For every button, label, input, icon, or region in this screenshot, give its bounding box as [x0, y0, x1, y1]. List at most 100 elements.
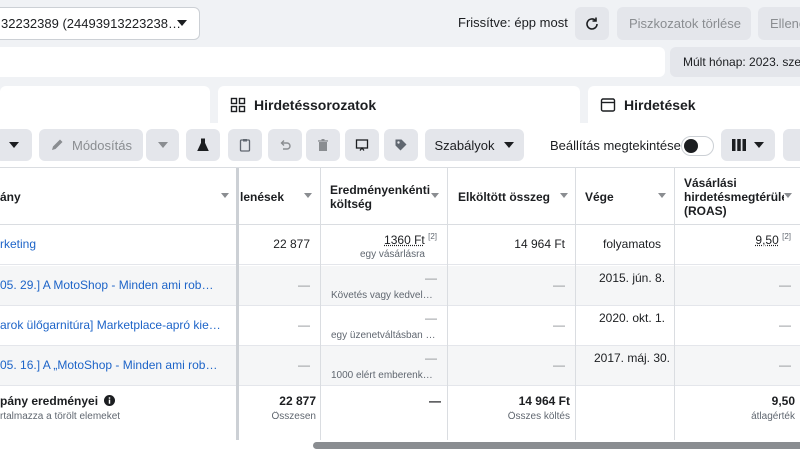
ends-value: folyamatos — [602, 237, 662, 251]
cost-value: — — [425, 351, 437, 365]
table-row[interactable]: arok ülőgarnitúra] Marketplace-apró kie…… — [0, 306, 800, 346]
column-header-name[interactable]: ány — [0, 168, 237, 225]
footnote-marker: [2] — [782, 232, 791, 241]
delete-button[interactable] — [306, 129, 340, 161]
column-header-ends[interactable]: Vége — [576, 168, 674, 225]
chevron-down-icon — [8, 142, 19, 148]
column-header-roas[interactable]: Vásárlási hirdetésmegtérülé (ROAS) — [675, 168, 800, 225]
account-selector[interactable]: 32232389 (24493913223238… — [0, 7, 200, 40]
sort-icon — [658, 193, 666, 198]
column-header-label: Eredményenkénti költség — [330, 182, 431, 211]
trash-icon — [318, 139, 328, 151]
column-header-label: Vége — [585, 189, 614, 204]
undo-button[interactable] — [268, 129, 302, 161]
campaign-name-link[interactable]: 05. 16.] A „MotoShop - Minden ami rob… — [0, 358, 225, 372]
columns-button[interactable] — [721, 129, 775, 161]
column-divider[interactable] — [447, 168, 448, 440]
campaign-name-link[interactable]: arok ülőgarnitúra] Marketplace-apró kie… — [0, 318, 225, 332]
sort-icon — [221, 193, 229, 198]
column-header-cost-per-result[interactable]: Eredményenkénti költség — [321, 168, 447, 225]
table-row[interactable]: rketing 22 877 1360 Ft [2] egy vásárlásr… — [0, 225, 800, 265]
table-row[interactable]: 05. 16.] A „MotoShop - Minden ami rob… —… — [0, 346, 800, 386]
ab-test-button[interactable] — [186, 129, 220, 161]
check-button[interactable]: Ellenő — [758, 7, 800, 40]
tab-ads-label: Hirdetések — [624, 97, 696, 113]
results-value: 22 877 — [273, 237, 310, 251]
edit-dropdown-button[interactable] — [146, 129, 179, 161]
breakdown-button[interactable] — [783, 129, 800, 161]
clear-drafts-button[interactable]: Piszkozatok törlése — [617, 7, 751, 40]
tab-adsets-label: Hirdetéssorozatok — [254, 97, 377, 113]
ends-value: 2020. okt. 1. — [598, 311, 666, 325]
toggle-knob — [684, 139, 698, 153]
refresh-status: Frissítve: épp most — [458, 15, 568, 30]
columns-icon — [732, 139, 746, 151]
frozen-column-divider[interactable] — [236, 168, 239, 440]
ends-value: 2015. jún. 8. — [598, 271, 666, 285]
edit-button[interactable]: Módosítás — [39, 129, 143, 161]
flask-icon — [197, 138, 209, 151]
search-input[interactable] — [0, 47, 665, 77]
preview-icon — [355, 139, 369, 151]
sort-icon — [784, 193, 792, 198]
tab-ads[interactable]: Hirdetések — [588, 86, 800, 124]
cost-value: — — [425, 311, 437, 325]
pencil-icon — [52, 139, 63, 150]
totals-title: pány eredményei — [0, 394, 99, 408]
column-divider[interactable] — [320, 168, 321, 440]
results-value: — — [298, 278, 310, 292]
chevron-down-icon — [157, 142, 168, 148]
preview-button[interactable] — [345, 129, 379, 161]
undo-icon — [280, 140, 291, 150]
sort-icon — [431, 193, 439, 198]
grid-icon — [230, 97, 246, 113]
table-header: ány lenések Eredményenkénti költség Elkö… — [0, 168, 800, 225]
column-header-results[interactable]: lenések — [240, 168, 320, 225]
results-value: — — [298, 358, 310, 372]
preview-setup-label: Beállítás megtekintése — [550, 138, 681, 153]
spent-value: — — [553, 318, 565, 332]
totals-row: pány eredményei rtalmazza a törölt eleme… — [0, 386, 800, 442]
refresh-button[interactable] — [575, 7, 609, 40]
rules-button[interactable]: Szabályok — [425, 129, 524, 161]
top-bar: 32232389 (24493913223238… Frissítve: épp… — [0, 0, 800, 46]
spent-value: — — [553, 278, 565, 292]
duplicate-button[interactable] — [228, 129, 262, 161]
roas-value: — — [779, 358, 791, 372]
date-range-picker[interactable]: Múlt hónap: 2023. sze — [670, 47, 800, 77]
sort-icon — [560, 193, 568, 198]
cost-subtext: egy vásárlásra — [359, 249, 425, 260]
column-divider[interactable] — [674, 168, 675, 440]
account-label: 32232389 (24493913223238… — [1, 16, 182, 31]
tag-icon — [395, 139, 407, 151]
column-header-label: ány — [0, 189, 21, 204]
totals-spent-subtext: Összes költés — [507, 411, 570, 422]
preview-setup-toggle[interactable] — [681, 136, 714, 156]
tab-adsets[interactable]: Hirdetéssorozatok — [218, 86, 580, 124]
ends-value: 2017. máj. 30. — [593, 351, 671, 365]
horizontal-scrollbar[interactable] — [313, 442, 800, 449]
roas-value: — — [779, 318, 791, 332]
table-row[interactable]: 05. 29.] A MotoShop - Minden ami rob… — … — [0, 266, 800, 306]
totals-results-subtext: Összesen — [271, 411, 316, 422]
totals-cost: — — [429, 394, 441, 408]
chevron-down-icon — [504, 142, 515, 148]
tag-button[interactable] — [384, 129, 418, 161]
roas-amount: 9,50 — [755, 233, 779, 247]
info-icon[interactable] — [104, 395, 116, 406]
campaign-name-link[interactable]: rketing — [0, 237, 230, 251]
spent-value: 14 964 Ft — [514, 237, 565, 251]
campaign-name-link[interactable]: 05. 29.] A MotoShop - Minden ami rob… — [0, 278, 225, 292]
edit-label: Módosítás — [72, 137, 132, 153]
cost-amount: 1360 Ft — [384, 233, 425, 247]
refresh-icon — [586, 17, 598, 30]
cost-value: — — [425, 271, 437, 285]
create-dropdown-button[interactable] — [0, 129, 32, 161]
column-header-amount-spent[interactable]: Elköltött összeg — [448, 168, 576, 225]
roas-value: 9,50 [2] — [675, 232, 791, 247]
campaign-table: ány lenések Eredményenkénti költség Elkö… — [0, 168, 800, 452]
column-divider[interactable] — [575, 168, 576, 440]
chevron-down-icon — [754, 142, 764, 148]
tab-campaigns[interactable] — [0, 86, 210, 124]
toolbar: Módosítás Szabályok Beállítás megtekinté… — [0, 123, 800, 168]
